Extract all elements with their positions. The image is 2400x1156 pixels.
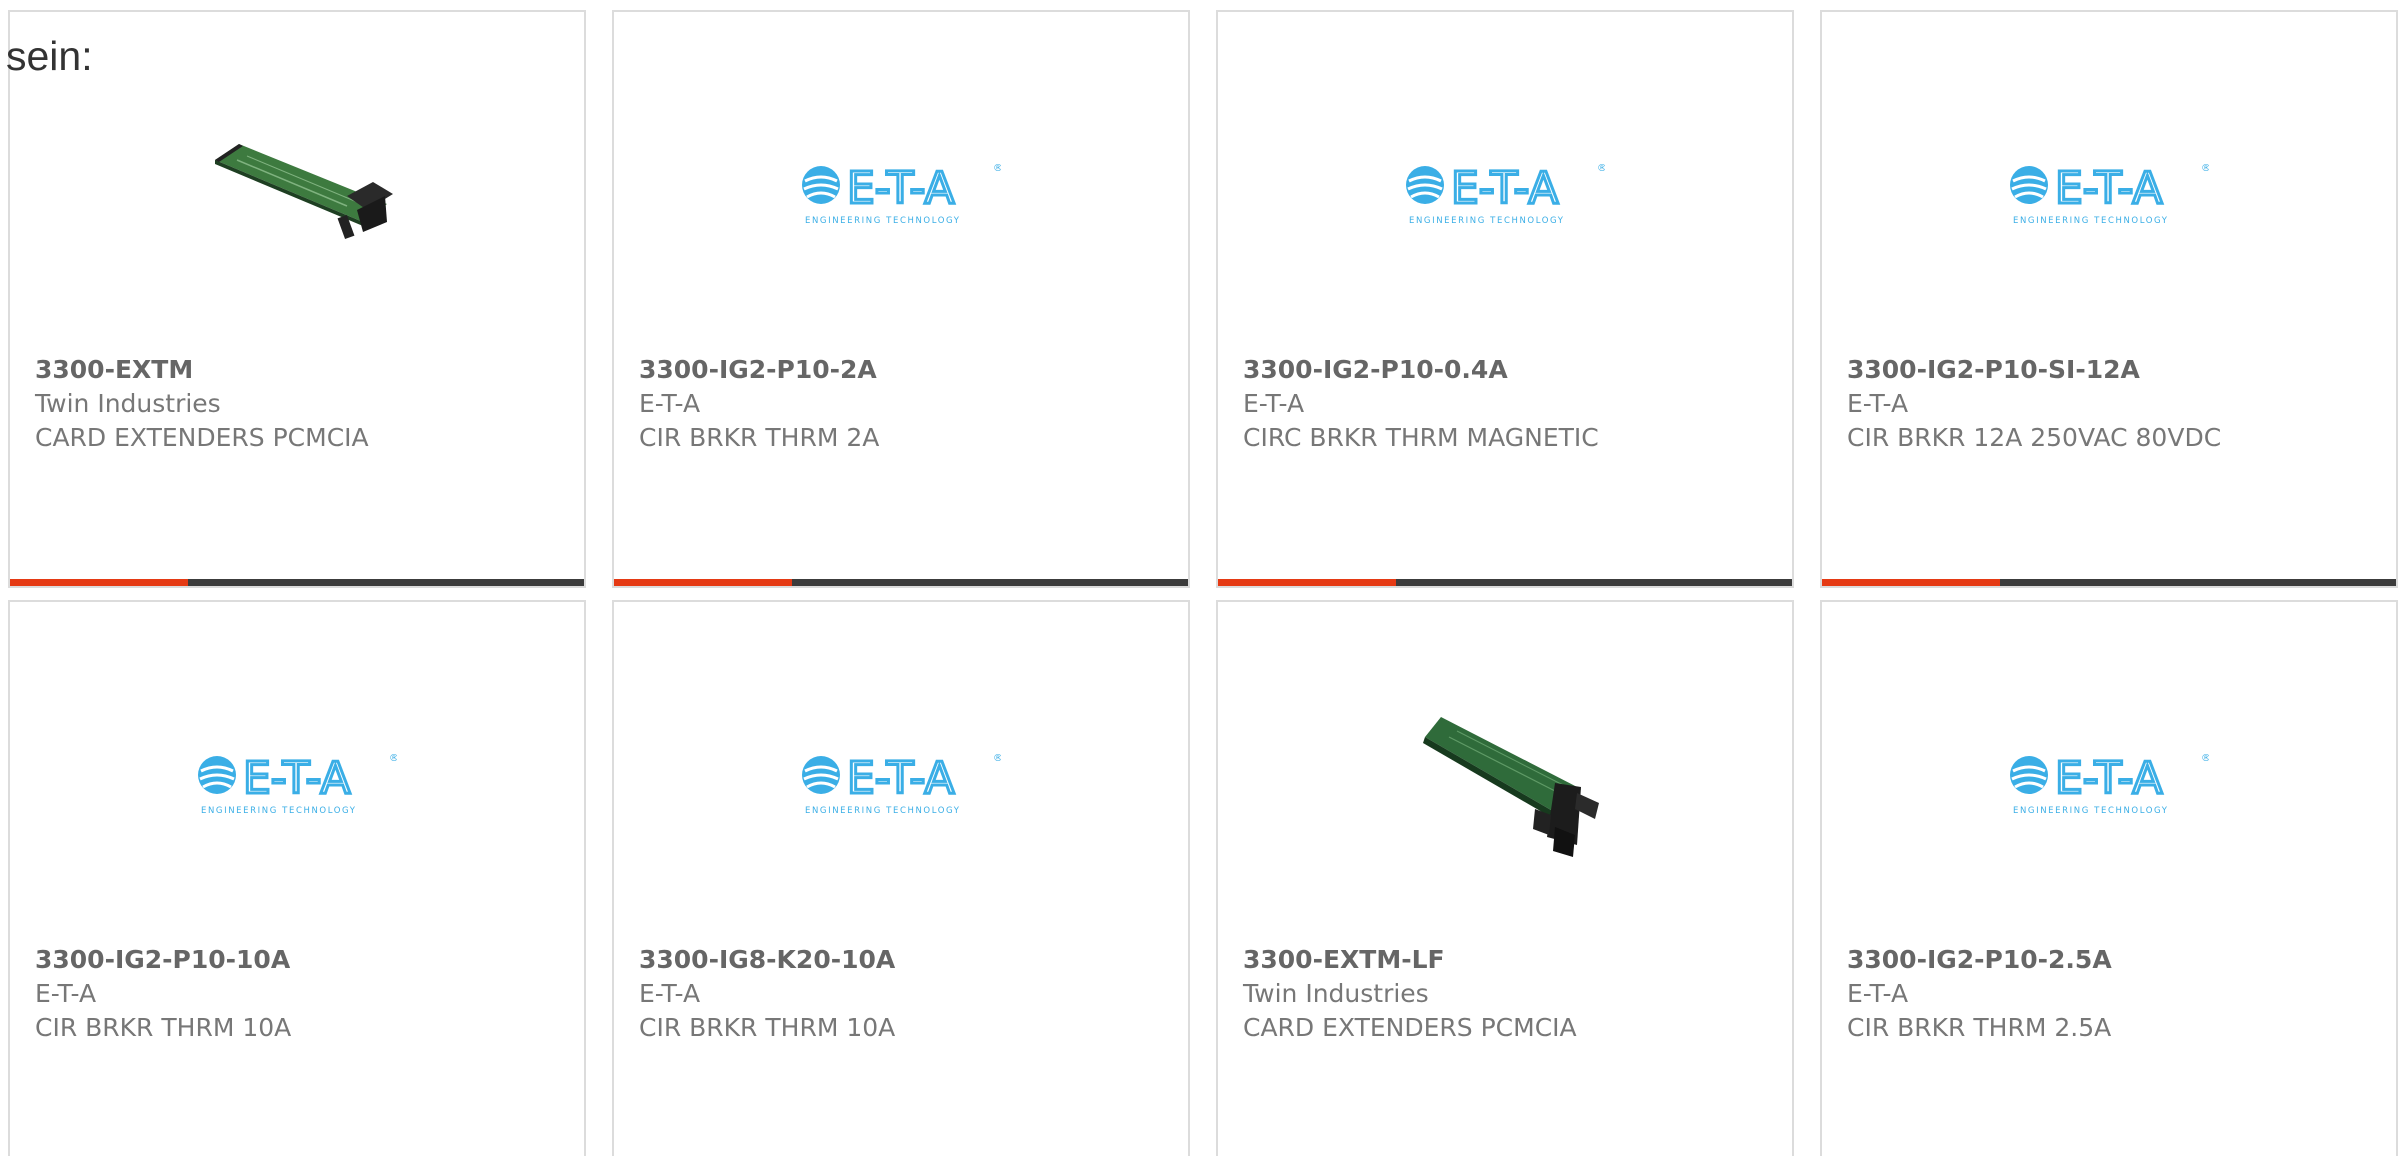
svg-text:ENGINEERING TECHNOLOGY: ENGINEERING TECHNOLOGY xyxy=(201,806,357,816)
svg-text:E-T-A: E-T-A xyxy=(847,163,955,214)
card-progress-fill xyxy=(1218,579,1396,586)
card-progress-bar xyxy=(10,579,584,586)
product-description: CIR BRKR THRM 2A xyxy=(639,423,880,452)
product-description: CARD EXTENDERS PCMCIA xyxy=(1243,1013,1577,1042)
card-progress-fill xyxy=(614,579,792,586)
svg-text:ENGINEERING TECHNOLOGY: ENGINEERING TECHNOLOGY xyxy=(805,806,961,816)
product-part-number[interactable]: 3300-EXTM-LF xyxy=(1243,943,1772,977)
product-image[interactable]: E-T-A ® ENGINEERING TECHNOLOGY xyxy=(614,122,1188,262)
product-description: CIR BRKR THRM 10A xyxy=(35,1013,292,1042)
eta-logo-icon: E-T-A ® ENGINEERING TECHNOLOGY xyxy=(2010,162,2209,226)
card-progress-fill xyxy=(10,579,188,586)
card-progress-fill xyxy=(1822,579,2000,586)
product-description: CARD EXTENDERS PCMCIA xyxy=(35,423,369,452)
page: sein: 3300-EXTM Twin Industries CARD EXT… xyxy=(0,0,2400,1156)
product-manufacturer: E-T-A xyxy=(1847,389,1909,418)
product-info: 3300-IG2-P10-2.5A E-T-A CIR BRKR THRM 2.… xyxy=(1847,943,2376,1045)
product-image[interactable]: E-T-A ® ENGINEERING TECHNOLOGY xyxy=(10,712,584,852)
pcb-card-icon xyxy=(215,144,393,240)
product-part-number[interactable]: 3300-IG2-P10-SI-12A xyxy=(1847,353,2376,387)
product-card[interactable]: E-T-A ® ENGINEERING TECHNOLOGY 3300-IG8-… xyxy=(612,600,1190,1156)
card-progress-bar xyxy=(1822,579,2396,586)
svg-text:E-T-A: E-T-A xyxy=(2055,753,2163,804)
svg-text:ENGINEERING TECHNOLOGY: ENGINEERING TECHNOLOGY xyxy=(805,216,961,226)
product-part-number[interactable]: 3300-IG8-K20-10A xyxy=(639,943,1168,977)
product-part-number[interactable]: 3300-IG2-P10-10A xyxy=(35,943,564,977)
svg-text:ENGINEERING TECHNOLOGY: ENGINEERING TECHNOLOGY xyxy=(1409,216,1565,226)
product-description: CIRC BRKR THRM MAGNETIC xyxy=(1243,423,1599,452)
product-image[interactable]: E-T-A ® ENGINEERING TECHNOLOGY xyxy=(1218,122,1792,262)
product-manufacturer: E-T-A xyxy=(639,389,701,418)
svg-text:®: ® xyxy=(389,753,397,764)
svg-text:®: ® xyxy=(993,753,1001,764)
product-part-number[interactable]: 3300-IG2-P10-2.5A xyxy=(1847,943,2376,977)
product-info: 3300-IG2-P10-0.4A E-T-A CIRC BRKR THRM M… xyxy=(1243,353,1772,455)
product-card[interactable]: E-T-A ® ENGINEERING TECHNOLOGY 3300-IG2-… xyxy=(612,10,1190,588)
product-manufacturer: E-T-A xyxy=(35,979,97,1008)
product-manufacturer: E-T-A xyxy=(639,979,701,1008)
product-image[interactable]: E-T-A ® ENGINEERING TECHNOLOGY xyxy=(614,712,1188,852)
product-manufacturer: Twin Industries xyxy=(1243,979,1429,1008)
svg-text:®: ® xyxy=(2201,753,2209,764)
product-image[interactable] xyxy=(1218,712,1792,857)
product-part-number[interactable]: 3300-IG2-P10-2A xyxy=(639,353,1168,387)
product-info: 3300-IG2-P10-SI-12A E-T-A CIR BRKR 12A 2… xyxy=(1847,353,2376,455)
product-grid: 3300-EXTM Twin Industries CARD EXTENDERS… xyxy=(8,10,2398,1156)
product-description: CIR BRKR THRM 10A xyxy=(639,1013,896,1042)
product-card[interactable]: E-T-A ® ENGINEERING TECHNOLOGY 3300-IG2-… xyxy=(8,600,586,1156)
product-description: CIR BRKR THRM 2.5A xyxy=(1847,1013,2112,1042)
product-card[interactable]: 3300-EXTM Twin Industries CARD EXTENDERS… xyxy=(8,10,586,588)
product-manufacturer: E-T-A xyxy=(1847,979,1909,1008)
product-card[interactable]: E-T-A ® ENGINEERING TECHNOLOGY 3300-IG2-… xyxy=(1216,10,1794,588)
svg-text:E-T-A: E-T-A xyxy=(1451,163,1559,214)
svg-text:®: ® xyxy=(2201,163,2209,174)
svg-text:®: ® xyxy=(1597,163,1605,174)
product-part-number[interactable]: 3300-EXTM xyxy=(35,353,564,387)
eta-logo-icon: E-T-A ® ENGINEERING TECHNOLOGY xyxy=(802,162,1001,226)
product-info: 3300-IG2-P10-2A E-T-A CIR BRKR THRM 2A xyxy=(639,353,1168,455)
product-info: 3300-IG8-K20-10A E-T-A CIR BRKR THRM 10A xyxy=(639,943,1168,1045)
product-image[interactable]: E-T-A ® ENGINEERING TECHNOLOGY xyxy=(1822,712,2396,852)
product-card[interactable]: E-T-A ® ENGINEERING TECHNOLOGY 3300-IG2-… xyxy=(1820,600,2398,1156)
svg-text:E-T-A: E-T-A xyxy=(2055,163,2163,214)
eta-logo-icon: E-T-A ® ENGINEERING TECHNOLOGY xyxy=(1406,162,1605,226)
svg-text:®: ® xyxy=(993,163,1001,174)
product-info: 3300-EXTM Twin Industries CARD EXTENDERS… xyxy=(35,353,564,455)
product-image[interactable] xyxy=(10,122,584,262)
svg-text:ENGINEERING TECHNOLOGY: ENGINEERING TECHNOLOGY xyxy=(2013,216,2169,226)
product-manufacturer: E-T-A xyxy=(1243,389,1305,418)
card-progress-bar xyxy=(1218,579,1792,586)
product-info: 3300-EXTM-LF Twin Industries CARD EXTEND… xyxy=(1243,943,1772,1045)
svg-text:ENGINEERING TECHNOLOGY: ENGINEERING TECHNOLOGY xyxy=(2013,806,2169,816)
eta-logo-icon: E-T-A ® ENGINEERING TECHNOLOGY xyxy=(802,752,1001,816)
product-image[interactable]: E-T-A ® ENGINEERING TECHNOLOGY xyxy=(1822,122,2396,262)
eta-logo-icon: E-T-A ® ENGINEERING TECHNOLOGY xyxy=(2010,752,2209,816)
svg-text:E-T-A: E-T-A xyxy=(243,753,351,804)
svg-text:E-T-A: E-T-A xyxy=(847,753,955,804)
eta-logo-icon: E-T-A ® ENGINEERING TECHNOLOGY xyxy=(198,752,397,816)
intro-text: sein: xyxy=(6,33,93,79)
product-card[interactable]: 3300-EXTM-LF Twin Industries CARD EXTEND… xyxy=(1216,600,1794,1156)
product-card[interactable]: E-T-A ® ENGINEERING TECHNOLOGY 3300-IG2-… xyxy=(1820,10,2398,588)
product-part-number[interactable]: 3300-IG2-P10-0.4A xyxy=(1243,353,1772,387)
card-progress-bar xyxy=(614,579,1188,586)
pcb-card-icon xyxy=(1423,717,1599,857)
product-info: 3300-IG2-P10-10A E-T-A CIR BRKR THRM 10A xyxy=(35,943,564,1045)
product-manufacturer: Twin Industries xyxy=(35,389,221,418)
product-description: CIR BRKR 12A 250VAC 80VDC xyxy=(1847,423,2222,452)
